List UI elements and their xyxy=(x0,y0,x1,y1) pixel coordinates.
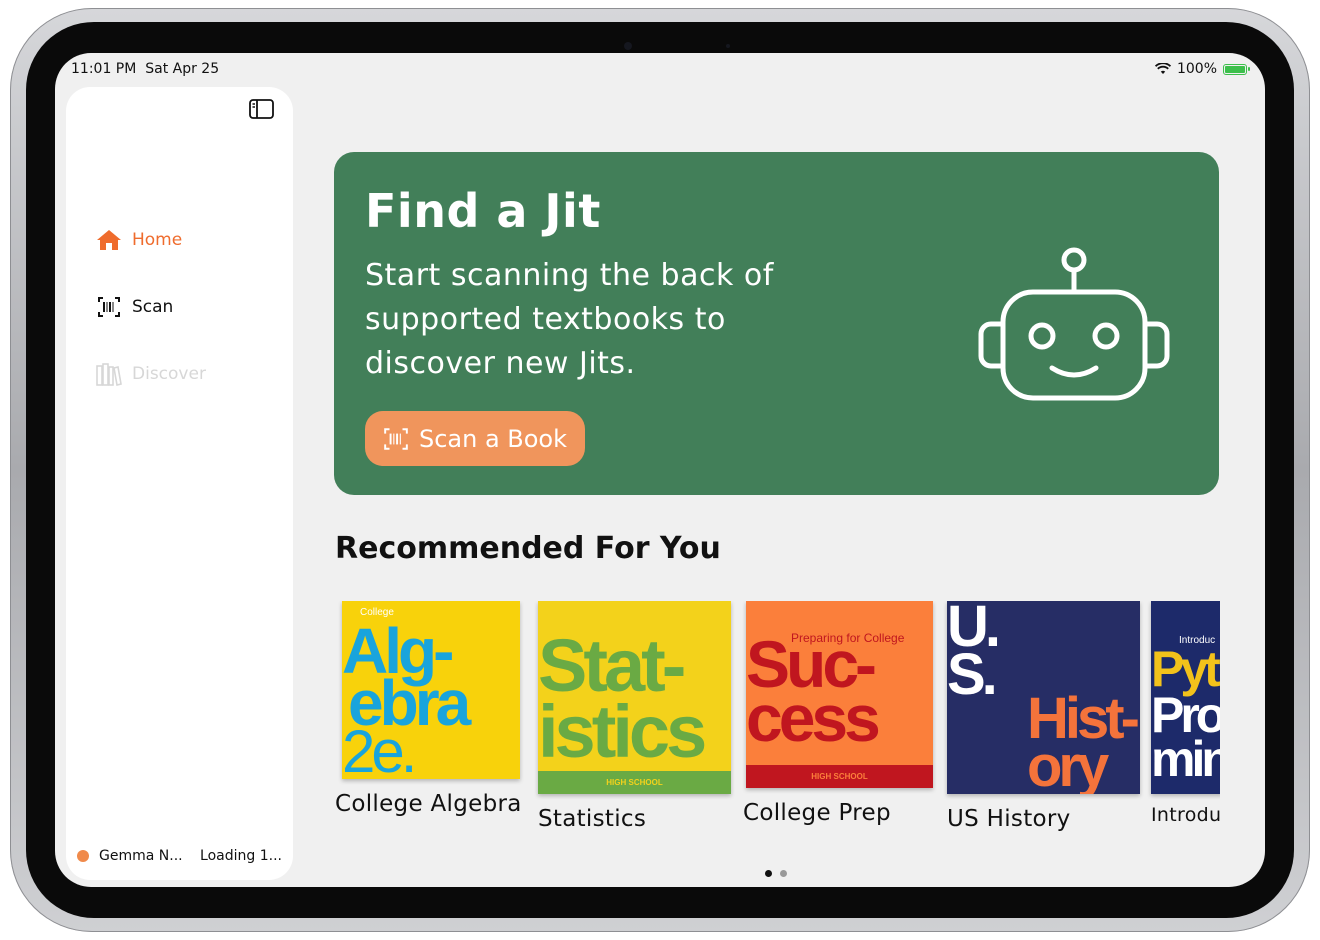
sidebar-item-discover[interactable]: Discover xyxy=(96,362,206,386)
book-title: US History xyxy=(947,806,1071,832)
book-cover: Preparing for College Suc- cess HIGH SCH… xyxy=(746,601,933,788)
barcode-scan-icon xyxy=(384,427,408,450)
cover-band: HIGH SCHOOL xyxy=(538,771,731,794)
battery-percent: 100% xyxy=(1176,61,1217,77)
status-time-text: 11:01 PM xyxy=(71,61,137,77)
battery-icon xyxy=(1223,63,1250,75)
cover-text: min xyxy=(1151,731,1220,787)
scan-a-book-button[interactable]: Scan a Book xyxy=(365,411,585,466)
book-title: Statistics xyxy=(538,806,647,832)
front-camera xyxy=(566,39,806,53)
book-intro-python[interactable]: Introduc Pyt Pro min Introdu xyxy=(1151,601,1220,826)
book-title: College Algebra xyxy=(335,791,522,817)
app-screen: 11:01 PM Sat Apr 25 100% Home Scan Disco… xyxy=(55,53,1265,887)
barcode-scan-icon xyxy=(96,295,122,319)
book-cover: Introduc Pyt Pro min xyxy=(1151,601,1220,794)
sidebar-item-label: Scan xyxy=(132,297,174,317)
sidebar-footer: Gemma N... Loading 1... xyxy=(77,848,282,864)
book-cover: U. S. Hist- ory xyxy=(947,601,1140,794)
sidebar-toggle-icon[interactable] xyxy=(249,99,274,119)
section-title: Recommended For You xyxy=(335,531,721,566)
cover-text: istics xyxy=(538,690,707,773)
user-name[interactable]: Gemma N... xyxy=(99,848,194,864)
status-bar-time: 11:01 PM Sat Apr 25 xyxy=(71,61,219,77)
robot-icon xyxy=(978,247,1170,401)
wifi-icon xyxy=(1154,63,1171,74)
hero-title: Find a Jit xyxy=(365,184,601,238)
sidebar-item-label: Home xyxy=(132,230,183,250)
library-books-icon xyxy=(96,362,122,386)
cover-text: 2e. xyxy=(342,718,417,780)
book-statistics[interactable]: Stat- istics HIGH SCHOOL Statistics xyxy=(538,601,731,832)
book-college-prep[interactable]: Preparing for College Suc- cess HIGH SCH… xyxy=(743,601,933,826)
book-title: Introdu xyxy=(1151,804,1220,826)
status-date-text: Sat Apr 25 xyxy=(145,61,220,77)
book-us-history[interactable]: U. S. Hist- ory US History xyxy=(947,601,1140,832)
page-dot xyxy=(780,870,787,877)
house-icon xyxy=(96,228,122,252)
loading-status: Loading 1... xyxy=(200,848,282,864)
hero-subtitle: Start scanning the back of supported tex… xyxy=(365,258,774,381)
cover-text: S. xyxy=(947,642,998,707)
cover-text: ory xyxy=(1027,734,1109,794)
find-a-jit-card: Find a Jit Start scanning the back of su… xyxy=(334,152,1219,495)
cover-text: Pyt xyxy=(1151,641,1220,697)
cover-band: HIGH SCHOOL xyxy=(746,765,933,788)
sidebar-item-scan[interactable]: Scan xyxy=(96,295,173,319)
book-cover: College Alg- ebra 2e. xyxy=(342,601,520,779)
sidebar: Home Scan Discover Gemma N... Loading 1.… xyxy=(66,87,293,880)
book-title: College Prep xyxy=(743,800,891,826)
page-indicator[interactable] xyxy=(765,870,787,877)
sidebar-item-home[interactable]: Home xyxy=(96,228,182,252)
status-bar-indicators: 100% xyxy=(1154,61,1250,77)
book-carousel: College Alg- ebra 2e. College Algebra St… xyxy=(335,601,1220,841)
book-cover: Stat- istics HIGH SCHOOL xyxy=(538,601,731,794)
page-dot-active xyxy=(765,870,772,877)
book-college-algebra[interactable]: College Alg- ebra 2e. College Algebra xyxy=(335,601,522,817)
cover-text: cess xyxy=(746,681,881,755)
sidebar-item-label: Discover xyxy=(132,364,206,384)
scan-a-book-label: Scan a Book xyxy=(418,424,568,453)
status-dot xyxy=(77,850,89,862)
